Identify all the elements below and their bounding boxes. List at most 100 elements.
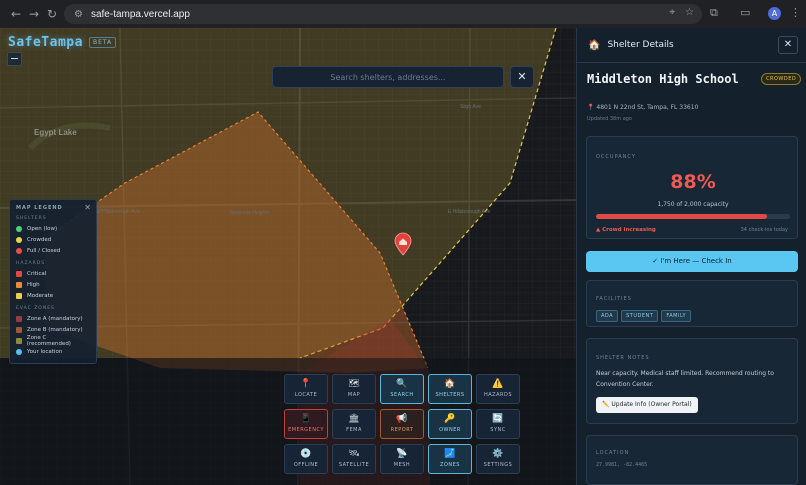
tab-search-icon[interactable]: ▭ xyxy=(740,6,750,19)
facilities-title: FACILITIES xyxy=(596,296,632,302)
offline-button[interactable]: 💿 OFFLINE xyxy=(284,444,328,474)
map-label-egypt-lake: Egypt Lake xyxy=(34,128,77,137)
mesh-label: MESH xyxy=(393,462,411,468)
map-label: MAP xyxy=(347,392,361,398)
settings-button[interactable]: ⚙️ SETTINGS xyxy=(476,444,520,474)
location-icon[interactable]: ⌖ xyxy=(669,7,675,18)
legend-item: Zone A (mandatory) xyxy=(16,313,90,324)
shelter-marker-icon[interactable] xyxy=(393,232,413,256)
zones-label: ZONES xyxy=(440,462,460,468)
mesh-button[interactable]: 📡 MESH xyxy=(380,444,424,474)
shelter-name: Middleton High School xyxy=(587,72,739,86)
legend-item-label: Full / Closed xyxy=(27,247,61,254)
pin-icon: 📍 xyxy=(300,379,312,389)
locate-button[interactable]: 📍 LOCATE xyxy=(284,374,328,404)
gear-icon: ⚙️ xyxy=(492,449,504,459)
disk-icon: 💿 xyxy=(300,449,312,459)
occupancy-title: OCCUPANCY xyxy=(596,154,636,160)
hazards-button[interactable]: ⚠️ HAZARDS xyxy=(476,374,520,404)
profile-avatar[interactable]: A xyxy=(768,7,781,20)
facility-tag: ADA xyxy=(596,310,619,322)
bookmark-star-icon[interactable]: ☆ xyxy=(685,7,694,18)
house-icon: 🏠 xyxy=(588,39,601,51)
legend-item: Zone C (recommended) xyxy=(16,334,90,347)
legend-close-icon[interactable]: ✕ xyxy=(84,203,91,212)
update-info-button[interactable]: ✏️ Update Info (Owner Portal) xyxy=(596,397,698,413)
app-logo: SafeTampa xyxy=(8,35,83,50)
location-title: LOCATION xyxy=(596,450,630,456)
shelters-label: SHELTERS xyxy=(435,392,465,398)
legend-swatch xyxy=(16,236,22,243)
report-button[interactable]: 📢 REPORT xyxy=(380,409,424,439)
map-street-label: W Hillsborough Ave xyxy=(96,209,140,215)
sync-icon: 🔄 xyxy=(492,414,504,424)
search-bar[interactable] xyxy=(272,66,504,88)
building-icon: 🏛 xyxy=(348,414,360,424)
house-icon: 🏠 xyxy=(444,379,456,389)
site-info-icon[interactable]: ⚙ xyxy=(74,9,83,20)
menu-kebab-icon[interactable]: ⋮ xyxy=(790,6,801,19)
occupancy-bar xyxy=(596,214,790,219)
satellite-button[interactable]: 🛰 SATELLITE xyxy=(332,444,376,474)
legend-item-label: Critical xyxy=(27,270,47,277)
legend-item-label: High xyxy=(27,281,40,288)
notes-text: Near capacity. Medical staff limited. Re… xyxy=(596,370,774,388)
legend-item: Moderate xyxy=(16,290,90,301)
panel-close-button[interactable]: ✕ xyxy=(778,36,798,54)
map-view[interactable]: SafeTampa BETA − ✕ Egypt Lake W Hillsbor… xyxy=(0,28,576,485)
legend-title: MAP LEGEND xyxy=(16,205,63,211)
sync-button[interactable]: 🔄 SYNC xyxy=(476,409,520,439)
reload-icon[interactable]: ↻ xyxy=(42,7,62,21)
occupancy-capacity: 1,750 of 2,000 capacity xyxy=(657,201,729,208)
offline-label: OFFLINE xyxy=(293,462,319,468)
legend-item-label: Crowded xyxy=(27,236,52,243)
satellite-label: SATELLITE xyxy=(338,462,370,468)
legend-item: Critical xyxy=(16,268,90,279)
shelter-details-panel: 🏠 Shelter Details ✕ Middleton High Schoo… xyxy=(576,28,806,485)
shelter-notes-card: SHELTER NOTES Near capacity. Medical sta… xyxy=(586,338,798,424)
facilities-card: FACILITIES ADA STUDENT FAMILY xyxy=(586,280,798,327)
legend-section-hazards: HAZARDS xyxy=(16,261,46,266)
legend-swatch xyxy=(16,270,22,277)
owner-button[interactable]: 🔑 OWNER xyxy=(428,409,472,439)
back-icon[interactable]: ← xyxy=(6,7,26,21)
fema-label: FEMA xyxy=(346,427,362,433)
legend-item-label: Zone B (mandatory) xyxy=(27,326,83,333)
zoom-out-button[interactable]: − xyxy=(7,52,22,66)
locate-label: LOCATE xyxy=(294,392,318,398)
map-street-label: Seminole Heights xyxy=(230,210,270,216)
panel-header: 🏠 Shelter Details xyxy=(577,28,806,63)
legend-item: Your location xyxy=(16,346,90,357)
legend-item-label: Zone A (mandatory) xyxy=(27,315,83,322)
emergency-button[interactable]: 📱 EMERGENCY xyxy=(284,409,328,439)
zones-grid-icon: 🗾 xyxy=(444,449,456,459)
legend-item: Zone B (mandatory) xyxy=(16,324,90,335)
sync-label: SYNC xyxy=(490,427,506,433)
legend-item-label: Your location xyxy=(27,348,63,355)
warning-icon: ⚠️ xyxy=(492,379,504,389)
location-coords: 27.9981, -82.4465 xyxy=(596,462,648,468)
check-in-button[interactable]: ✓ I'm Here — Check In xyxy=(586,251,798,272)
browser-toolbar: ← → ↻ ⚙ safe-tampa.vercel.app ⌖ ☆ ⧉ ▭ A … xyxy=(0,0,806,28)
zones-button[interactable]: 🗾 ZONES xyxy=(428,444,472,474)
action-toolbar: 📍 LOCATE 🗺 MAP 🔍 SEARCH 🏠 SHELTERS ⚠️ HAZARDS… xyxy=(284,374,520,474)
shelter-address: 📍 4801 N 22nd St, Tampa, FL 33610 xyxy=(587,104,698,111)
facility-tags: ADA STUDENT FAMILY xyxy=(596,310,692,322)
legend-swatch xyxy=(16,225,22,232)
fema-button[interactable]: 🏛 FEMA xyxy=(332,409,376,439)
search-close-button[interactable]: ✕ xyxy=(510,66,534,88)
shelters-button[interactable]: 🏠 SHELTERS xyxy=(428,374,472,404)
legend-item-label: Zone C (recommended) xyxy=(26,334,71,347)
megaphone-icon: 📢 xyxy=(396,414,408,424)
address-bar[interactable]: ⚙ safe-tampa.vercel.app ⌖ ☆ xyxy=(64,4,702,24)
map-button[interactable]: 🗺 MAP xyxy=(332,374,376,404)
beta-badge: BETA xyxy=(88,37,117,48)
extensions-icon[interactable]: ⧉ xyxy=(710,6,718,20)
crowd-trend: ▲ Crowd increasing xyxy=(596,227,656,233)
legend-swatch xyxy=(16,281,22,288)
search-button[interactable]: 🔍 SEARCH xyxy=(380,374,424,404)
legend-item-label: Moderate xyxy=(27,292,54,299)
facility-tag: STUDENT xyxy=(621,310,659,322)
search-input[interactable] xyxy=(273,72,503,82)
forward-icon[interactable]: → xyxy=(24,7,44,21)
